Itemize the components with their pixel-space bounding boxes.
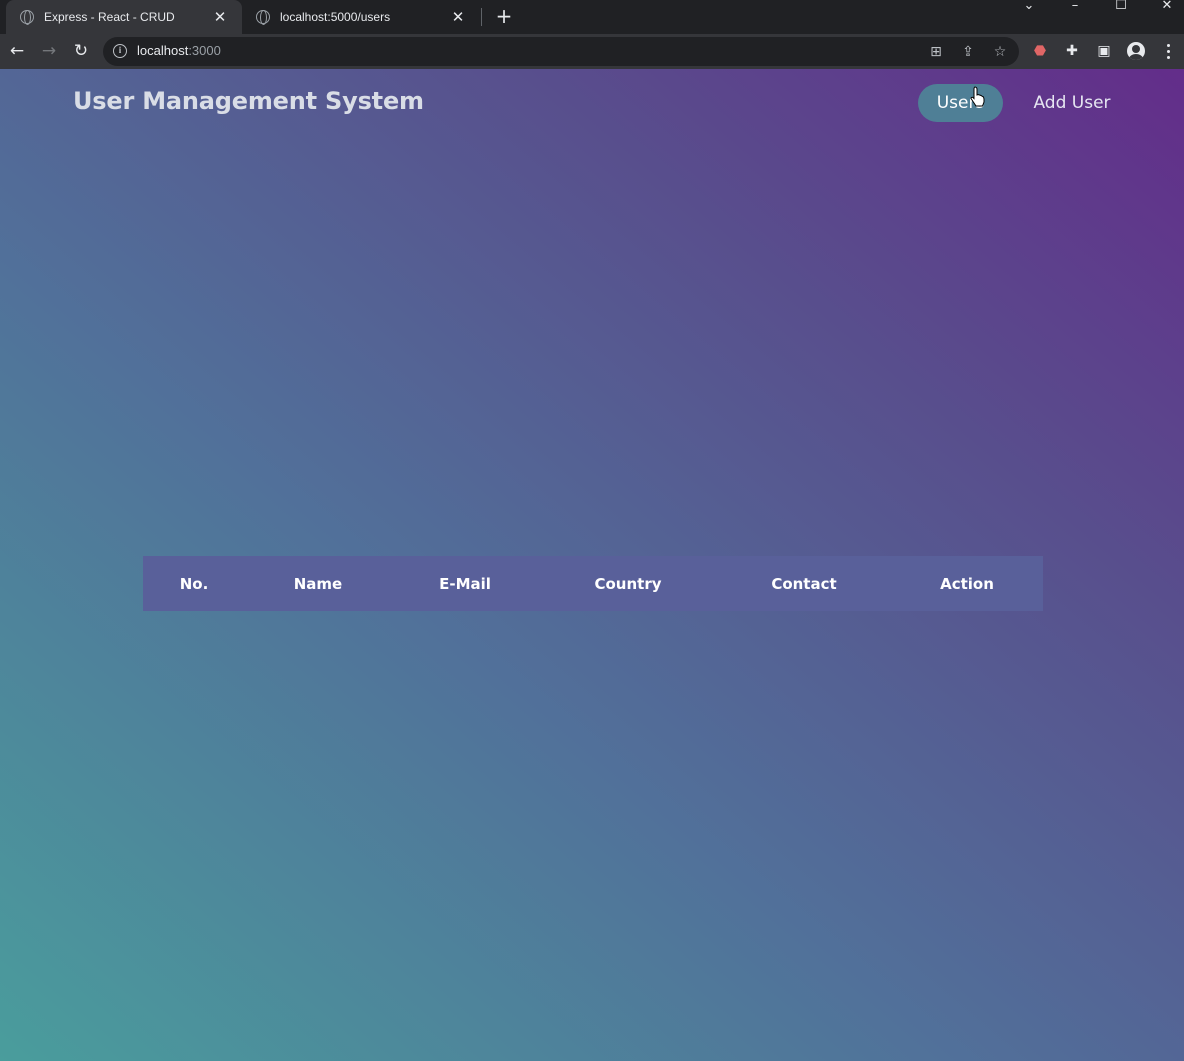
tab-express-react-crud[interactable]: Express - React - CRUD ✕ [6,0,242,34]
minimize-icon[interactable]: – [1058,0,1092,12]
browser-toolbar: ← → ↻ i localhost:3000 ⊞ ⇪ ☆ ⬣ ✚ ▣ [0,34,1184,69]
nav-add-user-link[interactable]: Add User [1024,84,1120,122]
chevron-down-icon[interactable]: ⌄ [1012,0,1046,12]
cursor-icon [970,86,985,107]
forward-arrow-icon[interactable]: → [38,40,60,62]
maximize-icon[interactable]: ☐ [1104,0,1138,12]
url-port: :3000 [188,43,221,58]
address-bar[interactable]: i localhost:3000 ⊞ ⇪ ☆ [103,37,1019,66]
puzzle-icon[interactable]: ✚ [1062,41,1082,61]
info-icon[interactable]: i [113,44,127,58]
app-title: User Management System [73,87,424,115]
star-icon[interactable]: ☆ [990,42,1010,62]
address-url[interactable]: localhost:3000 [137,43,221,58]
menu-icon[interactable] [1160,41,1176,61]
close-icon[interactable]: ✕ [212,8,228,26]
translate-icon[interactable]: ⊞ [926,42,946,62]
tab-localhost-users[interactable]: localhost:5000/users ✕ [242,0,480,34]
users-table: No. Name E-Mail Country Contact Action [143,556,1043,611]
window-close-icon[interactable]: ✕ [1150,0,1184,12]
column-header-name: Name [293,574,343,593]
column-header-contact: Contact [771,574,837,593]
close-icon[interactable]: ✕ [450,8,466,26]
tab-title: localhost:5000/users [280,10,391,24]
share-icon[interactable]: ⇪ [958,42,978,62]
globe-icon [256,10,270,25]
table-header-row: No. Name E-Mail Country Contact Action [143,556,1043,611]
column-header-no: No. [179,574,209,593]
extension-icon[interactable]: ⬣ [1030,41,1050,61]
column-header-email: E-Mail [439,574,491,593]
browser-tabstrip: Express - React - CRUD ✕ localhost:5000/… [0,0,1184,34]
profile-icon[interactable] [1127,42,1145,60]
globe-icon [20,10,34,25]
side-panel-icon[interactable]: ▣ [1094,41,1114,61]
plus-icon[interactable]: + [493,5,515,27]
column-header-action: Action [940,574,994,593]
nav-users-button[interactable]: Users [918,84,1003,122]
tab-title: Express - React - CRUD [44,10,175,24]
url-host: localhost [137,43,189,58]
tab-separator [481,8,482,26]
back-arrow-icon[interactable]: ← [6,40,28,62]
page-viewport: User Management System Users Add User No… [0,69,1184,1061]
reload-icon[interactable]: ↻ [70,40,92,62]
column-header-country: Country [594,574,662,593]
